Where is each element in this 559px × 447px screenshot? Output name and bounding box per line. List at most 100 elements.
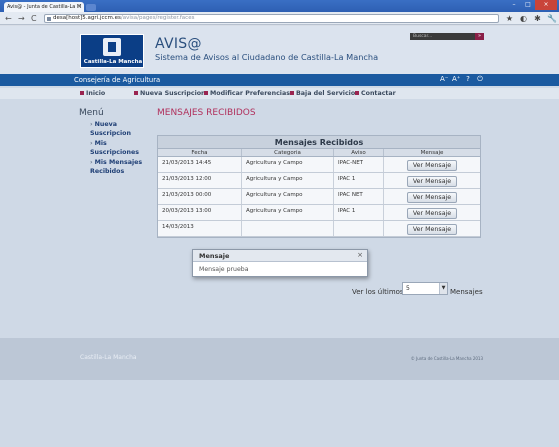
cell-categoria: Agricultura y Campo [242,173,334,188]
minimize-button[interactable]: – [507,0,521,10]
chevron-down-icon: ▼ [439,283,447,294]
ver-mensaje-button[interactable]: Ver Mensaje [407,192,457,203]
cell-fecha: 14/03/2013 [158,221,242,236]
messages-table: Mensajes Recibidos Fecha Categoria Aviso… [157,135,481,238]
increase-font-icon[interactable]: A⁺ [452,75,460,84]
ver-mensaje-button[interactable]: Ver Mensaje [407,176,457,187]
browser-toolbar-icons: ★ ◐ ✱ 🔧 [505,14,557,23]
search-button[interactable]: » [475,33,484,40]
sidebar-item-mis-mensajes[interactable]: › Mis Mensajes [90,159,142,166]
cell-categoria [242,221,334,236]
cell-aviso: IPAC 1 [334,205,384,220]
sidebar-title: Menú [79,108,104,118]
browser-tab-bar: Avis@ - Junta de Castilla-La M × – □ × [0,0,559,12]
column-header-aviso[interactable]: Aviso [334,149,384,156]
table-row: 20/03/2013 13:00 Agricultura y Campo IPA… [158,205,480,221]
cell-fecha: 21/03/2013 14:45 [158,157,242,172]
chevron-right-icon: › [90,140,93,147]
bookmark-star-icon[interactable]: ★ [505,14,514,23]
emblem-icon [103,38,121,56]
column-header-categoria[interactable]: Categoria [242,149,334,156]
menu-item-modificar-preferencias[interactable]: Modificar Preferencias [204,90,290,97]
site-header: Castilla-La Mancha AVIS@ Sistema de Avis… [0,26,559,74]
dialog-title: Mensaje [193,250,367,262]
close-window-button[interactable]: × [535,0,557,10]
decrease-font-icon[interactable]: A⁻ [440,75,448,84]
new-tab-button[interactable] [86,4,96,11]
site-footer: Castilla-La Mancha © Junta de Castilla-L… [0,338,559,380]
footer-copyright: © Junta de Castilla-La Mancha 2013 [410,356,483,361]
chevron-right-icon: › [90,159,93,166]
cell-fecha: 21/03/2013 00:00 [158,189,242,204]
help-icon[interactable]: ? [464,75,472,84]
window-controls: – □ × [507,0,557,10]
sidebar-item-label: Mis Mensajes [94,159,143,166]
ver-mensaje-button[interactable]: Ver Mensaje [407,224,457,235]
table-row: 21/03/2013 14:45 Agricultura y Campo IPA… [158,157,480,173]
app-title: AVIS@ [155,36,202,52]
top-menu: Inicio Nueva Suscripcion Modificar Prefe… [0,88,559,99]
table-row: 14/03/2013 Ver Mensaje [158,221,480,237]
column-header-mensaje[interactable]: Mensaje [384,149,480,156]
tab-close-icon[interactable]: × [77,3,82,10]
ver-mensaje-button[interactable]: Ver Mensaje [407,160,457,171]
dialog-message: Mensaje prueba [199,266,249,273]
ver-ultimos-label: Ver los últimos [352,288,404,296]
wrench-icon[interactable]: 🔧 [547,14,557,23]
app-subtitle: Sistema de Avisos al Ciudadano de Castil… [155,52,379,62]
jccm-logo[interactable]: Castilla-La Mancha [80,34,144,68]
footer-logo: Castilla-La Mancha [80,354,137,361]
address-bar[interactable]: desa[host]5.agri.jccm.es/avisa/pages/reg… [44,14,499,23]
column-header-fecha[interactable]: Fecha [158,149,242,156]
menu-item-contactar[interactable]: Contactar [355,90,396,97]
department-bar: Consejería de Agricultura A⁻ A⁺ ? ⏻ [0,74,559,86]
message-dialog: Mensaje × Mensaje prueba [192,249,368,277]
cell-fecha: 20/03/2013 13:00 [158,205,242,220]
select-value: 5 [406,285,410,292]
menu-item-inicio[interactable]: Inicio [80,90,105,97]
search-input[interactable]: Buscar... [410,33,475,40]
reload-button[interactable]: C [31,14,37,23]
settings-gear-icon[interactable]: ✱ [533,14,542,23]
menu-item-nueva-suscripcion[interactable]: Nueva Suscripcion [134,90,206,97]
url-path: /avisa/pages/register.faces [120,15,195,21]
utility-icons: A⁻ A⁺ ? ⏻ [440,75,484,84]
dialog-close-icon[interactable]: × [357,251,363,259]
sidebar-item-label: Mis [94,140,107,147]
maximize-button[interactable]: □ [521,0,535,10]
forward-button[interactable]: → [18,14,25,23]
back-button[interactable]: ← [5,14,12,23]
table-row: 21/03/2013 00:00 Agricultura y Campo IPA… [158,189,480,205]
menu-item-baja-servicio[interactable]: Baja del Servicio [290,90,355,97]
tab-title: Avis@ - Junta de Castilla-La M [7,4,82,10]
page-icon [47,17,51,21]
ver-mensaje-button[interactable]: Ver Mensaje [407,208,457,219]
sidebar-item-label-cont[interactable]: Suscripcion [90,130,131,137]
cell-aviso: IPAC-NET [334,157,384,172]
page-title: MENSAJES RECIBIDOS [157,108,256,118]
mensajes-label: Mensajes [450,288,483,296]
table-header: Fecha Categoria Aviso Mensaje [158,149,480,157]
sidebar-item-nueva-suscripcion[interactable]: › Nueva [90,121,117,128]
logo-text: Castilla-La Mancha [83,59,143,65]
browser-toolbar: ← → C desa[host]5.agri.jccm.es/avisa/pag… [0,12,559,25]
sidebar-item-label-cont[interactable]: Recibidos [90,168,124,175]
logout-icon[interactable]: ⏻ [476,75,484,84]
cell-aviso: IPAC NET [334,189,384,204]
sidebar-item-label-cont[interactable]: Suscripciones [90,149,139,156]
table-caption: Mensajes Recibidos [158,136,480,149]
cell-fecha: 21/03/2013 12:00 [158,173,242,188]
table-row: 21/03/2013 12:00 Agricultura y Campo IPA… [158,173,480,189]
sidebar-item-mis-suscripciones[interactable]: › Mis [90,140,107,147]
message-count-select[interactable]: 5 ▼ [402,282,448,295]
browser-tab[interactable]: Avis@ - Junta de Castilla-La M × [4,2,84,12]
web-page: Castilla-La Mancha AVIS@ Sistema de Avis… [0,26,559,447]
sidebar-item-label: Nueva [94,121,117,128]
extension-icon[interactable]: ◐ [519,14,528,23]
cell-categoria: Agricultura y Campo [242,189,334,204]
department-name: Consejería de Agricultura [74,76,161,84]
cell-aviso [334,221,384,236]
cell-categoria: Agricultura y Campo [242,157,334,172]
chevron-right-icon: › [90,121,93,128]
cell-categoria: Agricultura y Campo [242,205,334,220]
